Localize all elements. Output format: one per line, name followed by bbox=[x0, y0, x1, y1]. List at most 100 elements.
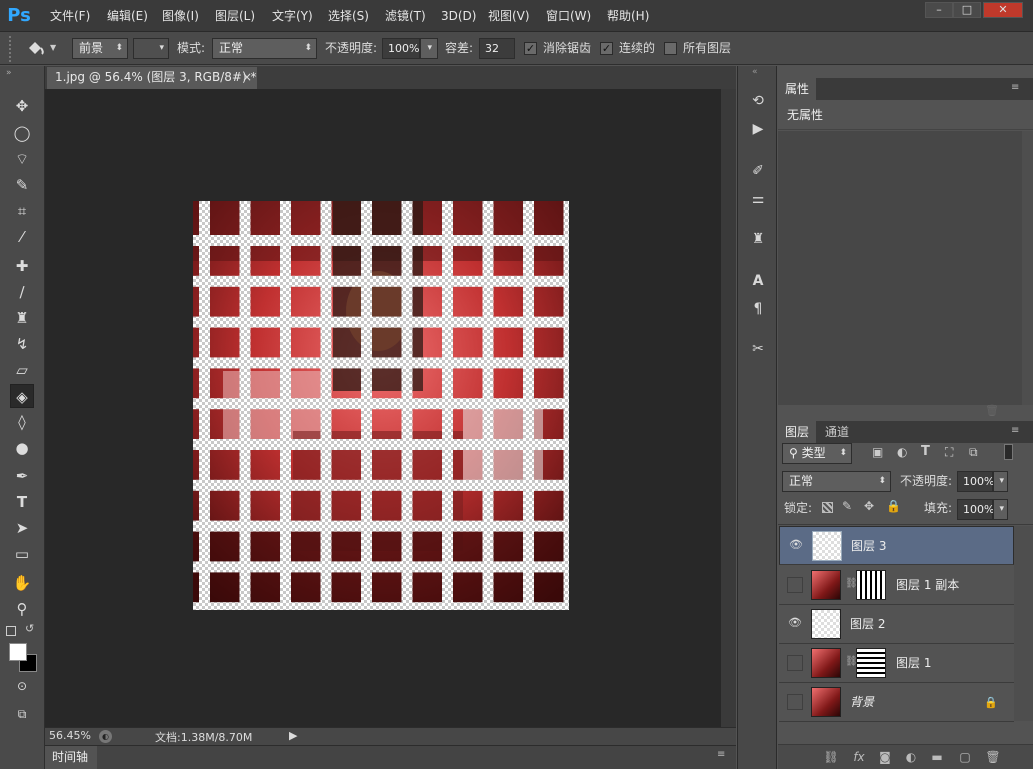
menu-select[interactable]: 选择(S) bbox=[328, 0, 369, 32]
layer-row-background[interactable]: 背景 🔒 bbox=[779, 683, 1014, 722]
status-menu-arrow-icon[interactable]: ▶ bbox=[289, 729, 297, 742]
filter-adjustment-icon[interactable]: ◐ bbox=[897, 445, 907, 459]
menu-layer[interactable]: 图层(L) bbox=[215, 0, 255, 32]
filter-type-icon[interactable]: T bbox=[921, 444, 930, 459]
antialias-checkbox[interactable]: ✓ bbox=[524, 42, 537, 55]
collapse-icon[interactable]: » bbox=[6, 68, 12, 78]
layer-row-layer-3[interactable]: 👁 图层 3 bbox=[779, 526, 1014, 565]
eyedropper-icon[interactable]: ⁄ bbox=[10, 225, 34, 249]
filter-shape-icon[interactable]: ⛶ bbox=[945, 445, 953, 460]
close-button[interactable]: ✕ bbox=[983, 2, 1023, 18]
layers-scrollbar[interactable] bbox=[1014, 526, 1033, 721]
character-panel-icon[interactable]: A bbox=[747, 270, 769, 292]
menu-type[interactable]: 文字(Y) bbox=[272, 0, 313, 32]
document-image[interactable] bbox=[193, 201, 569, 610]
visibility-toggle-empty[interactable] bbox=[787, 655, 803, 671]
layer-name[interactable]: 图层 2 bbox=[850, 605, 885, 644]
visibility-eye-icon[interactable]: 👁 bbox=[788, 538, 804, 554]
new-group-icon[interactable]: ▬ bbox=[928, 747, 946, 767]
brush-tool-icon[interactable]: ∕ bbox=[10, 280, 34, 304]
visibility-toggle-empty[interactable] bbox=[787, 577, 803, 593]
layer-name[interactable]: 图层 1 副本 bbox=[896, 566, 959, 605]
panel-menu-icon[interactable]: ≡ bbox=[1011, 425, 1019, 436]
quick-mask-icon[interactable]: ⊙ bbox=[10, 674, 34, 698]
collapse-icon[interactable]: « bbox=[752, 67, 758, 77]
tool-preset-chevron-icon[interactable]: ▼ bbox=[50, 43, 56, 52]
minimize-button[interactable]: – bbox=[925, 2, 953, 18]
swap-colors-icon[interactable]: ↺ bbox=[25, 622, 34, 635]
type-tool-icon[interactable]: T bbox=[10, 490, 34, 514]
layer-name[interactable]: 背景 bbox=[850, 683, 874, 722]
move-tool-icon[interactable]: ✥ bbox=[10, 94, 34, 118]
actions-panel-icon[interactable]: ▶ bbox=[747, 118, 769, 140]
brush-panel-icon[interactable]: ✐ bbox=[747, 160, 769, 182]
quick-selection-icon[interactable]: ✎ bbox=[10, 173, 34, 197]
opacity-field[interactable]: 100% bbox=[382, 38, 420, 59]
options-grip[interactable] bbox=[9, 36, 17, 62]
blend-mode-select[interactable]: 正常 ⬍ bbox=[782, 471, 891, 492]
timeline-tab[interactable]: 时间轴 bbox=[45, 746, 97, 769]
layer-row-layer-1[interactable]: ⛓ 图层 1 bbox=[779, 644, 1014, 683]
clone-stamp-icon[interactable]: ♜ bbox=[10, 306, 34, 330]
close-tab-button[interactable]: × bbox=[242, 67, 252, 88]
crop-tool-icon[interactable]: ⌗ bbox=[10, 199, 34, 223]
blur-tool-icon[interactable]: ◊ bbox=[10, 410, 34, 434]
menu-image[interactable]: 图像(I) bbox=[162, 0, 199, 32]
paint-bucket-tool-icon[interactable]: ◈ bbox=[10, 384, 34, 408]
tolerance-field[interactable]: 32 bbox=[479, 38, 515, 59]
layer-style-fx-icon[interactable]: fx bbox=[850, 747, 868, 767]
link-layers-icon[interactable]: ⛓ bbox=[822, 747, 840, 767]
visibility-eye-icon[interactable]: 👁 bbox=[787, 616, 803, 632]
clone-source-panel-icon[interactable]: ♜ bbox=[747, 228, 769, 250]
adjustments-panel-icon[interactable]: ⚌ bbox=[747, 188, 769, 210]
default-colors-icon[interactable] bbox=[6, 626, 16, 636]
document-tab[interactable]: 1.jpg @ 56.4% (图层 3, RGB/8#) * × bbox=[47, 67, 257, 89]
elliptical-marquee-icon[interactable]: ◯ bbox=[10, 121, 34, 145]
foreground-color-swatch[interactable] bbox=[9, 643, 27, 661]
trash-icon[interactable]: 🗑 bbox=[985, 404, 999, 417]
hand-tool-icon[interactable]: ✋ bbox=[10, 571, 34, 595]
opacity-dropdown[interactable]: ▾ bbox=[420, 38, 438, 59]
lock-all-icon[interactable]: 🔒 bbox=[886, 499, 901, 513]
eraser-tool-icon[interactable]: ▱ bbox=[10, 358, 34, 382]
panel-menu-icon[interactable]: ≡ bbox=[1011, 82, 1019, 93]
lock-transparent-icon[interactable] bbox=[822, 502, 833, 513]
polygonal-lasso-icon[interactable]: ⌔ bbox=[10, 147, 34, 171]
layer-row-layer-2[interactable]: 👁 图层 2 bbox=[779, 605, 1014, 644]
menu-edit[interactable]: 编辑(E) bbox=[107, 0, 148, 32]
restore-button[interactable]: □ bbox=[953, 2, 981, 18]
tab-properties[interactable]: 属性 bbox=[778, 78, 817, 100]
history-brush-icon[interactable]: ↯ bbox=[10, 332, 34, 356]
screen-mode-icon[interactable]: ⧉ bbox=[10, 702, 34, 726]
fill-source-select[interactable]: 前景 ⬍ bbox=[72, 38, 128, 59]
layer-mask-thumbnail[interactable] bbox=[856, 570, 886, 600]
zoom-tool-icon[interactable]: ⚲ bbox=[10, 597, 34, 621]
menu-view[interactable]: 视图(V) bbox=[488, 0, 530, 32]
visibility-toggle-empty[interactable] bbox=[787, 694, 803, 710]
menu-window[interactable]: 窗口(W) bbox=[546, 0, 591, 32]
menu-file[interactable]: 文件(F) bbox=[50, 0, 90, 32]
panel-menu-icon[interactable]: ≡ bbox=[717, 749, 725, 760]
tab-layers[interactable]: 图层 bbox=[778, 421, 817, 443]
filter-toggle-switch[interactable] bbox=[1004, 444, 1013, 460]
menu-help[interactable]: 帮助(H) bbox=[607, 0, 649, 32]
delete-layer-icon[interactable]: 🗑 bbox=[984, 747, 1002, 767]
adjustment-layer-icon[interactable]: ◐ bbox=[902, 747, 920, 767]
status-info-icon[interactable]: ◐ bbox=[99, 730, 112, 743]
menu-filter[interactable]: 滤镜(T) bbox=[385, 0, 426, 32]
mode-select[interactable]: 正常 ⬍ bbox=[212, 38, 317, 59]
fill-field[interactable]: 100% bbox=[957, 499, 994, 520]
layer-filter-select[interactable]: ⚲ 类型 ⬍ bbox=[782, 443, 852, 464]
pen-tool-icon[interactable]: ✒ bbox=[10, 464, 34, 488]
layer-name[interactable]: 图层 3 bbox=[851, 527, 886, 566]
history-panel-icon[interactable]: ⟲ bbox=[747, 90, 769, 112]
dodge-tool-icon[interactable]: ● bbox=[10, 436, 34, 460]
layer-name[interactable]: 图层 1 bbox=[896, 644, 931, 683]
layer-opacity-dropdown[interactable]: ▾ bbox=[993, 471, 1008, 492]
paragraph-panel-icon[interactable]: ¶ bbox=[747, 298, 769, 320]
vertical-scrollbar[interactable] bbox=[721, 89, 736, 727]
lock-pixels-icon[interactable]: ✎ bbox=[842, 499, 852, 513]
tool-presets-panel-icon[interactable]: ✂ bbox=[747, 338, 769, 360]
lock-position-icon[interactable]: ✥ bbox=[864, 499, 874, 513]
filter-pixel-icon[interactable]: ▣ bbox=[872, 445, 883, 459]
